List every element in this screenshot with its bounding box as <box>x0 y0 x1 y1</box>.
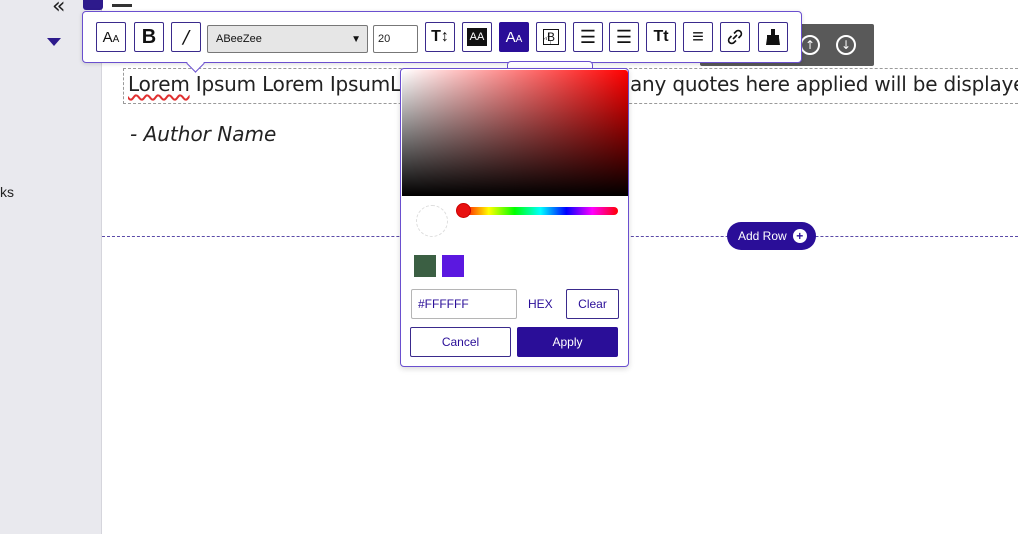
line-height-button[interactable]: T↕ <box>425 22 455 52</box>
hue-slider[interactable] <box>463 207 618 215</box>
misspelled-word[interactable]: Lorem <box>128 72 190 96</box>
text-color-button[interactable]: AA <box>499 22 529 52</box>
plus-icon: + <box>792 229 807 243</box>
text-transform-button[interactable]: Tt <box>646 22 676 52</box>
quote-author[interactable]: - Author Name <box>130 122 276 146</box>
hue-slider-handle[interactable] <box>456 203 471 218</box>
text-format-toolbar: AA B / ABeeZee ▼ 20 T↕ AA AA B ☰ ☰ Tt ≡ <box>82 11 802 63</box>
cancel-button[interactable]: Cancel <box>410 327 511 357</box>
ordered-list-button[interactable]: ☰ <box>609 22 639 52</box>
link-icon <box>727 29 743 45</box>
italic-icon: / <box>182 26 190 48</box>
text-background-button[interactable]: AA <box>462 22 492 52</box>
pointer-cursor-icon: ☝ <box>542 30 552 49</box>
bold-button[interactable]: B <box>134 22 164 52</box>
font-size-input[interactable]: 20 <box>373 25 418 53</box>
clear-button[interactable]: Clear <box>566 289 619 319</box>
move-down-icon[interactable]: ↓ <box>836 35 856 55</box>
italic-button[interactable]: / <box>171 22 201 52</box>
sidebar-item-label[interactable]: ks <box>0 184 14 200</box>
document-icon[interactable] <box>83 0 103 10</box>
link-button[interactable] <box>720 22 750 52</box>
quote-text-rest[interactable]: Ipsum Lorem IpsumLo <box>190 72 413 96</box>
add-row-button[interactable]: Add Row + <box>727 222 816 250</box>
font-family-select[interactable]: ABeeZee ▼ <box>207 25 368 53</box>
add-row-label: Add Row <box>738 229 787 243</box>
clear-format-icon <box>766 29 780 45</box>
collapse-sidebar-icon[interactable]: « <box>52 0 65 19</box>
apply-button[interactable]: Apply <box>517 327 618 357</box>
clear-format-button[interactable] <box>758 22 788 52</box>
quote-text[interactable]: Lorem Ipsum Lorem IpsumLo <box>128 72 413 96</box>
text-background-icon: AA <box>467 28 487 46</box>
chevron-down-icon: ▼ <box>351 34 361 45</box>
unordered-list-button[interactable]: ☰ <box>573 22 603 52</box>
quote-text-tail[interactable]: any quotes here applied will be displaye… <box>630 72 1018 96</box>
font-size-toggle-button[interactable]: AA <box>96 22 126 52</box>
left-sidebar: « ks <box>0 0 102 534</box>
color-picker-popup: #FFFFFF HEX Clear Cancel Apply <box>400 68 629 367</box>
color-swatch[interactable] <box>442 255 464 277</box>
color-preview <box>416 205 448 237</box>
color-swatch[interactable] <box>414 255 436 277</box>
align-button[interactable]: ≡ <box>683 22 713 52</box>
color-spectrum[interactable] <box>402 70 628 196</box>
chevron-down-icon[interactable] <box>47 38 61 46</box>
drag-handle-icon[interactable] <box>112 4 132 7</box>
hex-input[interactable]: #FFFFFF <box>411 289 517 319</box>
color-format-toggle[interactable]: HEX <box>528 297 553 311</box>
font-family-value: ABeeZee <box>216 33 262 45</box>
move-up-icon[interactable]: ↑ <box>800 35 820 55</box>
